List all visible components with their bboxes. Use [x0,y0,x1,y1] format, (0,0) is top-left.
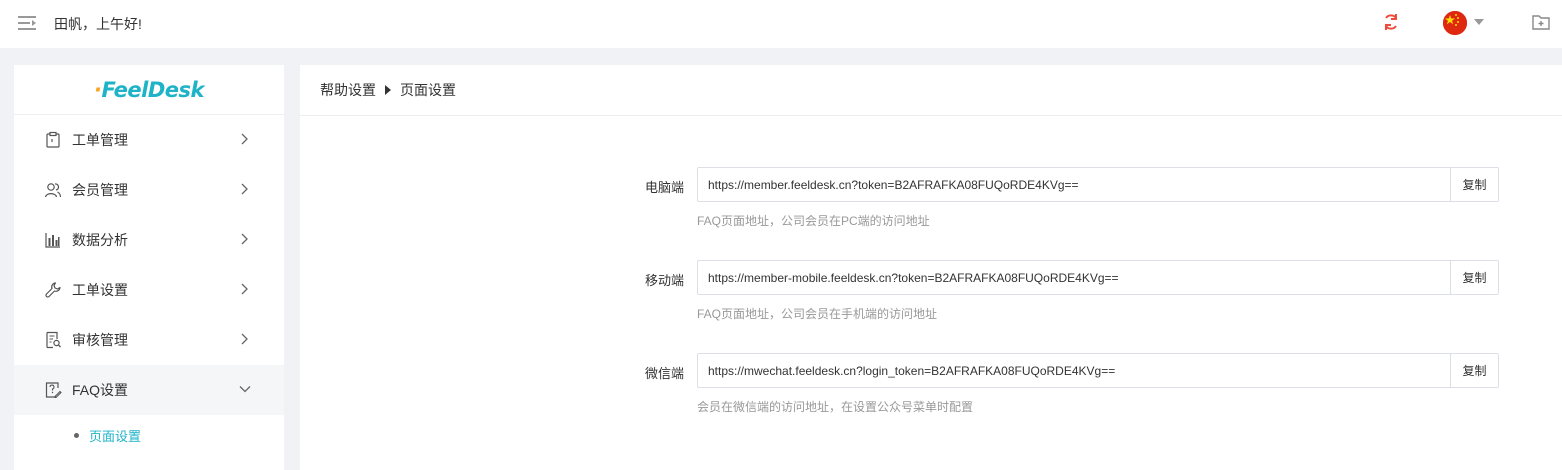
sidebar-subitem-page-settings[interactable]: 页面设置 [14,415,284,455]
breadcrumb-current: 页面设置 [400,82,456,98]
users-icon [44,181,62,199]
clipboard-icon [44,131,62,149]
mobile-url-hint: FAQ页面地址，公司会员在手机端的访问地址 [697,307,938,321]
sidebar-item-label: 会员管理 [72,182,128,198]
mobile-url-input[interactable] [698,261,1450,294]
top-bar: 田帆，上午好! [0,0,1562,48]
logo-text: ·FeelDesk [93,77,205,102]
wechat-url-hint: 会员在微信端的访问地址，在设置公众号菜单时配置 [697,400,974,414]
bullet-dot [74,432,79,438]
wechat-url-input[interactable] [698,354,1450,387]
chevron-right-icon [241,283,248,295]
sidebar-item-review-management[interactable]: 审核管理 [14,315,284,365]
sidebar-item-label: FAQ设置 [72,382,129,398]
sidebar-item-label: 工单设置 [72,282,128,298]
logo: ·FeelDesk [14,65,284,115]
wechat-url-label: 微信端 [644,366,684,381]
language-dropdown-caret-icon[interactable] [1474,19,1484,25]
sidebar-item-data-analysis[interactable]: 数据分析 [14,215,284,265]
menu-toggle-icon[interactable] [18,14,36,32]
pc-copy-button[interactable]: 复制 [1450,168,1498,201]
chevron-right-icon [241,233,248,245]
wrench-icon [44,281,62,299]
faq-edit-icon [44,381,62,399]
bar-chart-icon [44,231,62,249]
china-flag-icon[interactable] [1443,11,1467,35]
breadcrumb-parent[interactable]: 帮助设置 [320,80,376,100]
mobile-copy-button[interactable]: 复制 [1450,261,1498,294]
sidebar-item-label: 数据分析 [72,232,128,248]
chevron-right-icon [241,333,248,345]
sidebar: ·FeelDesk 工单管理 会员管理 数据分析 工单设置 审核管理 FAQ设置… [14,65,284,470]
mobile-url-box: 复制 [697,260,1499,295]
sidebar-item-ticket-management[interactable]: 工单管理 [14,115,284,165]
sidebar-item-ticket-settings[interactable]: 工单设置 [14,265,284,315]
sidebar-item-member-management[interactable]: 会员管理 [14,165,284,215]
wechat-url-box: 复制 [697,353,1499,388]
sidebar-item-label: 审核管理 [72,332,128,348]
breadcrumb: 帮助设置 页面设置 [300,65,1562,116]
sidebar-item-faq-settings[interactable]: FAQ设置 [14,365,284,415]
pc-url-hint: FAQ页面地址，公司会员在PC端的访问地址 [697,214,930,228]
greeting-text: 田帆，上午好! [54,16,142,32]
chevron-right-icon [241,183,248,195]
pc-url-input[interactable] [698,168,1450,201]
sidebar-subitem-label: 页面设置 [89,428,142,444]
wechat-copy-button[interactable]: 复制 [1450,354,1498,387]
main-panel: 帮助设置 页面设置 电脑端 复制 FAQ页面地址，公司会员在PC端的访问地址 移… [300,65,1562,470]
chevron-right-icon [241,133,248,145]
pc-url-box: 复制 [697,167,1499,202]
mobile-url-label: 移动端 [644,273,684,288]
add-folder-icon[interactable] [1531,12,1551,32]
chevron-down-icon [239,386,251,393]
pc-url-label: 电脑端 [644,180,684,195]
breadcrumb-separator-icon [385,85,391,95]
sync-icon[interactable] [1381,12,1401,32]
document-search-icon [44,331,62,349]
sidebar-item-label: 工单管理 [72,132,128,148]
